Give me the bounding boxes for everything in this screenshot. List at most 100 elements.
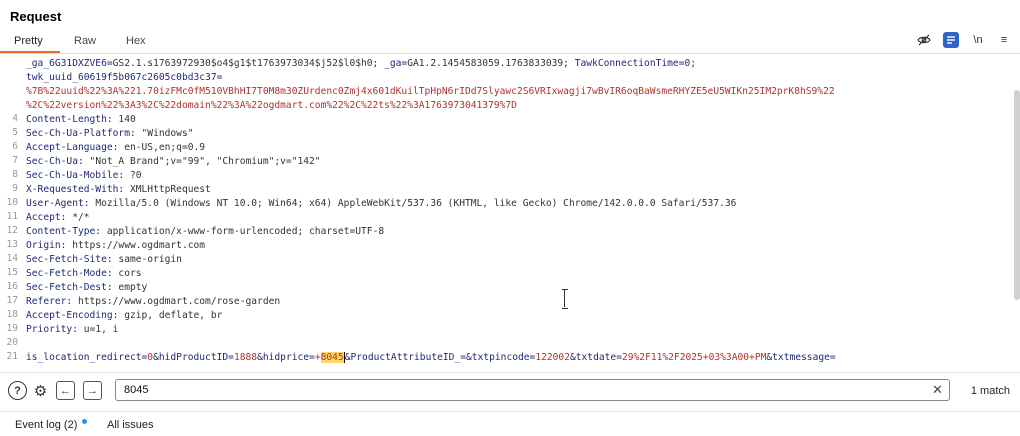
line-number: 9 [12, 183, 18, 194]
code-token: GS2.1.s1763972930$o4$g1$t1763973034$j52$… [112, 58, 385, 69]
match-count: 1 match [970, 385, 1010, 397]
code-line[interactable]: Accept-Encoding: gzip, deflate, br [26, 309, 222, 323]
code-line[interactable]: Content-Type: application/x-www-form-url… [26, 225, 384, 239]
pretty-format-icon[interactable] [943, 32, 959, 48]
code-line[interactable]: User-Agent: Mozilla/5.0 (Windows NT 10.0… [26, 197, 736, 211]
active-tab-indicator [0, 51, 60, 53]
newline-toggle-icon[interactable]: \n [970, 32, 986, 48]
code-token: Content-Type: [26, 226, 107, 237]
code-token: + [314, 352, 321, 363]
code-line[interactable]: Referer: https://www.ogdmart.com/rose-ga… [26, 295, 280, 309]
code-line[interactable]: %7B%22uuid%22%3A%221.70izFMc0fM510VBhHI7… [26, 85, 835, 99]
code-token: Origin: [26, 240, 73, 251]
code-token: u=1, i [83, 324, 119, 335]
code-line[interactable]: is_location_redirect=0&hidProductID=1888… [26, 351, 836, 365]
code-token: Sec-Ch-Ua-Mobile: [26, 170, 130, 181]
tab-hex[interactable]: Hex [126, 35, 146, 47]
search-highlight: 8045 [320, 352, 344, 363]
all-issues-tab[interactable]: All issues [107, 419, 153, 431]
code-line[interactable]: twk_uuid_60619f5b067c2605c0bd3c37= [26, 71, 222, 85]
tab-raw[interactable]: Raw [74, 35, 96, 47]
tab-pretty[interactable]: Pretty [14, 35, 43, 47]
code-line[interactable]: Content-Length: 140 [26, 113, 136, 127]
code-token: */* [72, 212, 90, 223]
line-number: 6 [12, 141, 18, 152]
line-number: 17 [6, 295, 18, 306]
code-line[interactable]: Priority: u=1, i [26, 323, 118, 337]
code-token: Accept: [26, 212, 73, 223]
code-token: same-origin [118, 254, 182, 265]
code-line[interactable]: Sec-Ch-Ua-Mobile: ?0 [26, 169, 142, 183]
editor-toolbar: \n ≡ [910, 30, 1020, 50]
code-token: 140 [118, 114, 136, 125]
code-token: User-Agent: [26, 198, 96, 209]
code-line[interactable]: Sec-Ch-Ua: "Not_A Brand";v="99", "Chromi… [26, 155, 321, 169]
code-token: Referer: [26, 296, 78, 307]
code-token: Priority: [26, 324, 84, 335]
line-number: 18 [6, 309, 18, 320]
code-token: Sec-Fetch-Mode: [26, 268, 119, 279]
search-input[interactable] [115, 379, 950, 401]
code-token: TawkConnectionTime= [574, 58, 685, 69]
code-line[interactable]: X-Requested-With: XMLHttpRequest [26, 183, 211, 197]
code-token: https://www.ogdmart.com/rose-garden [77, 296, 281, 307]
code-token: 0; [684, 58, 697, 69]
code-token: &txtpincode= [466, 352, 536, 363]
code-line[interactable]: Accept-Language: en-US,en;q=0.9 [26, 141, 205, 155]
code-token: Sec-Fetch-Dest: [26, 282, 119, 293]
code-token: 122002 [535, 352, 570, 363]
code-token: "Not_A Brand";v="99", "Chromium";v="142" [89, 156, 321, 167]
next-match-button[interactable]: → [83, 381, 102, 400]
code-line[interactable]: Accept: */* [26, 211, 90, 225]
line-number: 16 [6, 281, 18, 292]
footer-bar: Event log (2) All issues [0, 411, 1020, 436]
panel-title: Request [10, 9, 62, 24]
editor-scrollbar[interactable] [1014, 90, 1020, 300]
line-number: 5 [12, 127, 18, 138]
code-line[interactable]: Sec-Fetch-Mode: cors [26, 267, 142, 281]
code-line[interactable]: Sec-Fetch-Dest: empty [26, 281, 147, 295]
code-token: is_location_redirect= [26, 352, 148, 363]
code-token: X-Requested-With: [26, 184, 130, 195]
code-token: Mozilla/5.0 (Windows NT 10.0; Win64; x64… [95, 198, 737, 209]
settings-icon[interactable]: ⚙ [31, 381, 50, 400]
code-token: GA1.2.1454583059.1763833039; [407, 58, 575, 69]
line-number: 4 [12, 113, 18, 124]
code-token: _ga= [384, 58, 408, 69]
line-number: 10 [6, 197, 18, 208]
code-token: &hidProductID= [153, 352, 234, 363]
event-log-tab[interactable]: Event log (2) [15, 419, 77, 431]
line-number: 14 [6, 253, 18, 264]
code-token: application/x-www-form-urlencoded; chars… [106, 226, 385, 237]
eye-off-icon[interactable] [916, 32, 932, 48]
line-number: 8 [12, 169, 18, 180]
code-line[interactable]: Sec-Fetch-Site: same-origin [26, 253, 182, 267]
code-token: _ga_6G31DXZVE6= [26, 58, 113, 69]
view-tabs: Pretty Raw Hex [0, 32, 1020, 54]
code-line[interactable]: _ga_6G31DXZVE6=GS2.1.s1763972930$o4$g1$t… [26, 57, 696, 71]
line-number: 12 [6, 225, 18, 236]
request-editor[interactable]: _ga_6G31DXZVE6=GS2.1.s1763972930$o4$g1$t… [0, 54, 1020, 366]
line-number: 7 [12, 155, 18, 166]
code-line[interactable]: Origin: https://www.ogdmart.com [26, 239, 205, 253]
help-icon[interactable]: ? [8, 381, 27, 400]
code-token: %7B%22uuid%22%3A%221.70izFMc0fM510VBhHI7… [26, 86, 835, 97]
code-token: 29%2F11%2F2025+03%3A00+PM [621, 352, 767, 363]
code-token: &hidprice= [257, 352, 315, 363]
code-line[interactable]: %2C%22version%22%3A3%2C%22domain%22%3A%2… [26, 99, 517, 113]
code-token: Accept-Language: [26, 142, 125, 153]
line-number: 11 [6, 211, 18, 222]
code-line[interactable]: Sec-Ch-Ua-Platform: "Windows" [26, 127, 194, 141]
code-token: twk_uuid_60619f5b067c2605c0bd3c37= [26, 72, 223, 83]
search-bar: ? ⚙ ← → ✕ 1 match [0, 372, 1020, 406]
menu-icon[interactable]: ≡ [996, 32, 1012, 48]
code-token: ?0 [129, 170, 142, 181]
clear-search-icon[interactable]: ✕ [932, 382, 943, 398]
code-token: &ProductAttributeID_= [343, 352, 467, 363]
previous-match-button[interactable]: ← [56, 381, 75, 400]
code-token: Accept-Encoding: [26, 310, 125, 321]
code-token: "Windows" [141, 128, 194, 139]
code-token: https://www.ogdmart.com [72, 240, 206, 251]
line-number: 13 [6, 239, 18, 250]
text-cursor-icon [562, 289, 568, 309]
